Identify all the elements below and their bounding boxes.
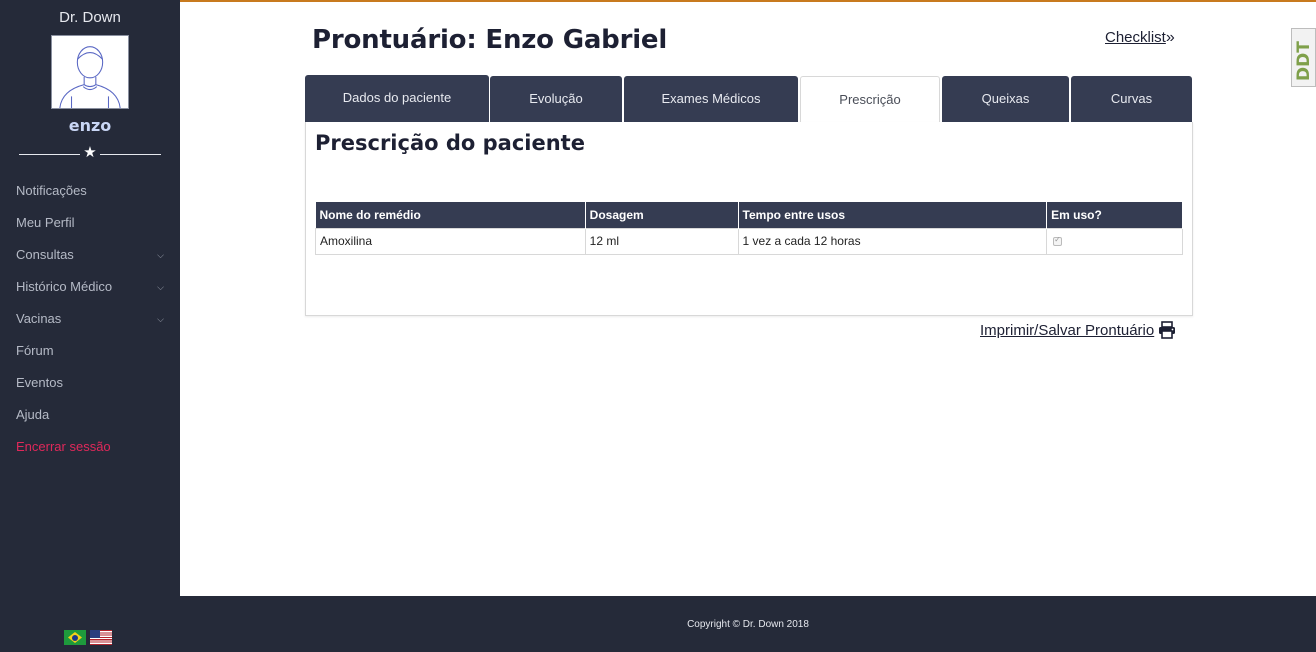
table-row: Amoxilina 12 ml 1 vez a cada 12 horas [315,227,1183,255]
user-avatar-icon [59,46,121,108]
em-uso-checkbox[interactable] [1053,235,1063,247]
brazil-flag-icon[interactable] [64,630,86,645]
tab-dados-do-paciente[interactable]: Dados do paciente [305,75,489,123]
tab-queixas[interactable]: Queixas [942,76,1069,123]
sidebar-item-consultas[interactable]: Consultas ⌵ [0,239,180,271]
chevron-down-icon: ⌵ [157,314,164,324]
print-save-link[interactable]: Imprimir/Salvar Prontuário [980,321,1176,339]
double-chevron-right-icon: » [1165,29,1175,46]
brand-name: Dr. Down [59,9,121,26]
tab-prescricao[interactable]: Prescrição [800,76,940,123]
cell-dosagem: 12 ml [584,227,739,255]
checklist-link[interactable]: Checklist» [1105,29,1175,47]
ddt-badge[interactable]: DDT [1291,28,1316,87]
cell-nome: Amoxilina [315,227,586,255]
tab-evolucao[interactable]: Evolução [490,76,622,123]
prescription-panel: Prescrição do paciente Nome do remédio D… [305,122,1193,316]
table-header-row: Nome do remédio Dosagem Tempo entre usos… [315,202,1183,228]
chevron-down-icon: ⌵ [157,250,164,260]
chevron-down-icon: ⌵ [157,282,164,292]
column-header-dosagem: Dosagem [585,202,739,228]
sidebar-item-forum[interactable]: Fórum [0,335,180,367]
column-header-nome: Nome do remédio [315,202,586,228]
panel-title: Prescrição do paciente [315,131,585,155]
tab-bar: Dados do paciente Evolução Exames Médico… [305,75,1193,123]
sidebar-item-meu-perfil[interactable]: Meu Perfil [0,207,180,239]
avatar[interactable] [51,35,129,109]
ddt-badge-text: DDT [1294,41,1314,81]
sidebar-nav: Notificações Meu Perfil Consultas ⌵ Histó… [0,175,180,463]
sidebar-item-vacinas[interactable]: Vacinas ⌵ [0,303,180,335]
language-flags [64,630,112,645]
sidebar: Dr. Down enzo ★ Notificações Meu Perfil … [0,0,180,652]
username: enzo [68,116,112,135]
us-flag-icon[interactable] [90,630,112,645]
sidebar-item-ajuda[interactable]: Ajuda [0,399,180,431]
sidebar-divider: ★ [19,144,161,164]
column-header-tempo: Tempo entre usos [738,202,1048,228]
sidebar-item-eventos[interactable]: Eventos [0,367,180,399]
printer-icon [1159,321,1176,339]
sidebar-item-encerrar-sessao[interactable]: Encerrar sessão [0,431,180,463]
page-title: Prontuário: Enzo Gabriel [312,25,668,55]
column-header-em-uso: Em uso? [1046,202,1183,228]
sidebar-item-historico-medico[interactable]: Histórico Médico ⌵ [0,271,180,303]
cell-em-uso [1046,227,1183,255]
sidebar-item-notificacoes[interactable]: Notificações [0,175,180,207]
prescription-table: Nome do remédio Dosagem Tempo entre usos… [315,202,1183,255]
tab-exames-medicos[interactable]: Exames Médicos [624,76,798,123]
star-icon: ★ [83,144,97,161]
top-accent-line [180,0,1316,2]
copyright-text: Copyright © Dr. Down 2018 [687,619,809,630]
footer: Copyright © Dr. Down 2018 [180,596,1316,652]
tab-curvas[interactable]: Curvas [1071,76,1192,123]
cell-tempo: 1 vez a cada 12 horas [737,227,1048,255]
